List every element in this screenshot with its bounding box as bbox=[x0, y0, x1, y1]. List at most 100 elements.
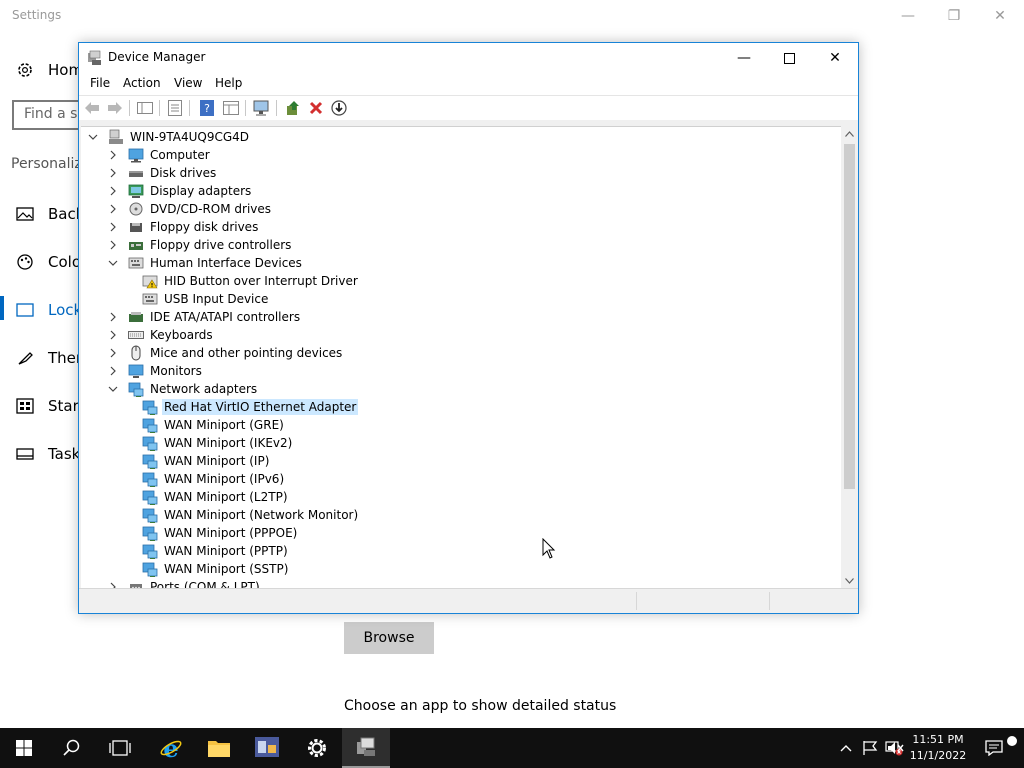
expand-chevron-icon[interactable] bbox=[107, 221, 119, 233]
file-explorer-button[interactable] bbox=[195, 728, 243, 768]
tree-device-wan-miniport-pppoe[interactable]: WAN Miniport (PPPOE) bbox=[142, 524, 297, 542]
update-driver-icon[interactable] bbox=[285, 99, 303, 117]
expand-chevron-icon[interactable] bbox=[107, 311, 119, 323]
expand-chevron-icon[interactable] bbox=[107, 167, 119, 179]
internet-explorer-button[interactable]: e bbox=[147, 728, 195, 768]
tree-category-keyboards[interactable]: Keyboards bbox=[107, 326, 213, 344]
tree-category-floppy-drive-controllers[interactable]: Floppy drive controllers bbox=[107, 236, 291, 254]
expand-chevron-icon[interactable] bbox=[107, 239, 119, 251]
settings-nav-themes[interactable]: Ther bbox=[16, 346, 82, 370]
task-view-button[interactable] bbox=[96, 728, 144, 768]
network-adapter-icon bbox=[142, 417, 158, 433]
settings-minimize-button[interactable]: — bbox=[885, 4, 931, 28]
settings-nav-start[interactable]: Start bbox=[16, 394, 85, 418]
tree-category-computer[interactable]: Computer bbox=[107, 146, 210, 164]
tree-device-wan-miniport-ip[interactable]: WAN Miniport (IP) bbox=[142, 452, 269, 470]
minimize-button[interactable]: — bbox=[721, 43, 767, 73]
tree-root[interactable]: WIN-9TA4UQ9CG4D bbox=[87, 128, 249, 146]
menu-action[interactable]: Action bbox=[123, 76, 161, 90]
tree-category-disk-drives[interactable]: Disk drives bbox=[107, 164, 216, 182]
maximize-button[interactable] bbox=[766, 43, 812, 73]
menu-view[interactable]: View bbox=[174, 76, 202, 90]
network-adapter-icon bbox=[142, 453, 158, 469]
device-manager-taskbar-button[interactable] bbox=[342, 728, 390, 768]
forward-arrow-icon[interactable] bbox=[106, 99, 124, 117]
start-icon bbox=[16, 397, 34, 415]
clock-date: 11/1/2022 bbox=[909, 749, 967, 762]
view-icon[interactable] bbox=[222, 99, 240, 117]
help-icon[interactable]: ? bbox=[198, 99, 216, 117]
collapse-chevron-icon[interactable] bbox=[107, 383, 119, 395]
tree-device-hid-button-over-interrupt-driver[interactable]: HID Button over Interrupt Driver bbox=[142, 272, 358, 290]
collapse-chevron-icon[interactable] bbox=[87, 131, 99, 143]
scroll-up-icon[interactable] bbox=[842, 126, 857, 142]
settings-restore-button[interactable]: ❐ bbox=[931, 4, 977, 28]
expand-chevron-icon[interactable] bbox=[107, 185, 119, 197]
tree-device-wan-miniport-l2tp[interactable]: WAN Miniport (L2TP) bbox=[142, 488, 288, 506]
expand-chevron-icon[interactable] bbox=[107, 365, 119, 377]
hid-icon bbox=[142, 291, 158, 307]
tree-category-ide-ata-atapi-controllers[interactable]: IDE ATA/ATAPI controllers bbox=[107, 308, 300, 326]
tree-device-wan-miniport-pptp[interactable]: WAN Miniport (PPTP) bbox=[142, 542, 288, 560]
action-tray-button[interactable] bbox=[860, 728, 882, 768]
close-button[interactable]: ✕ bbox=[812, 43, 858, 73]
disk-drive-icon bbox=[128, 165, 144, 181]
settings-app-button[interactable] bbox=[293, 728, 341, 768]
monitor-icon bbox=[128, 363, 144, 379]
toolbar-separator bbox=[159, 100, 160, 116]
mouse-icon bbox=[128, 345, 144, 361]
tree-item-label: Mice and other pointing devices bbox=[150, 346, 343, 360]
tree-category-dvd-cd-rom-drives[interactable]: DVD/CD-ROM drives bbox=[107, 200, 271, 218]
scroll-thumb[interactable] bbox=[844, 144, 855, 489]
search-button[interactable] bbox=[48, 728, 96, 768]
settings-nav-colors[interactable]: Colo bbox=[16, 250, 81, 274]
uninstall-device-icon[interactable] bbox=[307, 99, 325, 117]
tree-device-wan-miniport-gre[interactable]: WAN Miniport (GRE) bbox=[142, 416, 284, 434]
browse-button[interactable]: Browse bbox=[344, 622, 434, 654]
back-arrow-icon[interactable] bbox=[83, 99, 101, 117]
tree-device-wan-miniport-ipv6[interactable]: WAN Miniport (IPv6) bbox=[142, 470, 284, 488]
tree-device-wan-miniport-ikev2[interactable]: WAN Miniport (IKEv2) bbox=[142, 434, 292, 452]
taskbar-clock[interactable]: 11:51 PM 11/1/2022 bbox=[902, 732, 974, 764]
tree-category-display-adapters[interactable]: Display adapters bbox=[107, 182, 251, 200]
device-manager-icon bbox=[88, 50, 101, 65]
menu-help[interactable]: Help bbox=[215, 76, 242, 90]
expand-chevron-icon[interactable] bbox=[107, 329, 119, 341]
show-hidden-icons-button[interactable] bbox=[836, 728, 856, 768]
collapse-chevron-icon[interactable] bbox=[107, 257, 119, 269]
settings-nav-taskbar[interactable]: Taskl bbox=[16, 442, 85, 466]
properties-icon[interactable] bbox=[166, 99, 184, 117]
action-center-button[interactable] bbox=[980, 728, 1008, 768]
tree-item-label: WAN Miniport (PPTP) bbox=[164, 544, 288, 558]
tree-category-mice-and-other-pointing-devices[interactable]: Mice and other pointing devices bbox=[107, 344, 342, 362]
vertical-scrollbar[interactable] bbox=[842, 126, 857, 589]
tree-category-monitors[interactable]: Monitors bbox=[107, 362, 202, 380]
tree-category-human-interface-devices[interactable]: Human Interface Devices bbox=[107, 254, 302, 272]
settings-close-button[interactable]: ✕ bbox=[977, 4, 1023, 28]
server-manager-button[interactable] bbox=[243, 728, 291, 768]
network-adapter-icon bbox=[142, 525, 158, 541]
device-manager-window: Device Manager — ✕ File Action View Help… bbox=[78, 42, 859, 614]
disable-device-icon[interactable] bbox=[330, 99, 348, 117]
expand-chevron-icon[interactable] bbox=[107, 149, 119, 161]
start-button[interactable] bbox=[0, 728, 48, 768]
settings-nav-background[interactable]: Back bbox=[16, 202, 84, 226]
menu-file[interactable]: File bbox=[90, 76, 110, 90]
title-bar[interactable]: Device Manager — ✕ bbox=[79, 43, 858, 73]
tree-item-label: USB Input Device bbox=[164, 292, 269, 306]
network-adapter-icon bbox=[142, 399, 158, 415]
show-hide-console-tree-icon[interactable] bbox=[136, 99, 154, 117]
tree-item-label: Monitors bbox=[150, 364, 202, 378]
scroll-down-icon[interactable] bbox=[842, 573, 857, 589]
scan-hardware-icon[interactable] bbox=[253, 99, 271, 117]
tree-category-network-adapters[interactable]: Network adapters bbox=[107, 380, 257, 398]
tree-device-wan-miniport-network-monitor[interactable]: WAN Miniport (Network Monitor) bbox=[142, 506, 358, 524]
tree-category-floppy-disk-drives[interactable]: Floppy disk drives bbox=[107, 218, 258, 236]
tree-item-label: WAN Miniport (IP) bbox=[164, 454, 270, 468]
tree-device-red-hat-virtio-ethernet-adapter[interactable]: Red Hat VirtIO Ethernet Adapter bbox=[142, 398, 359, 416]
expand-chevron-icon[interactable] bbox=[107, 203, 119, 215]
tree-device-usb-input-device[interactable]: USB Input Device bbox=[142, 290, 268, 308]
settings-nav-lock-screen[interactable]: Lock bbox=[16, 298, 82, 322]
expand-chevron-icon[interactable] bbox=[107, 347, 119, 359]
tree-device-wan-miniport-sstp[interactable]: WAN Miniport (SSTP) bbox=[142, 560, 288, 578]
